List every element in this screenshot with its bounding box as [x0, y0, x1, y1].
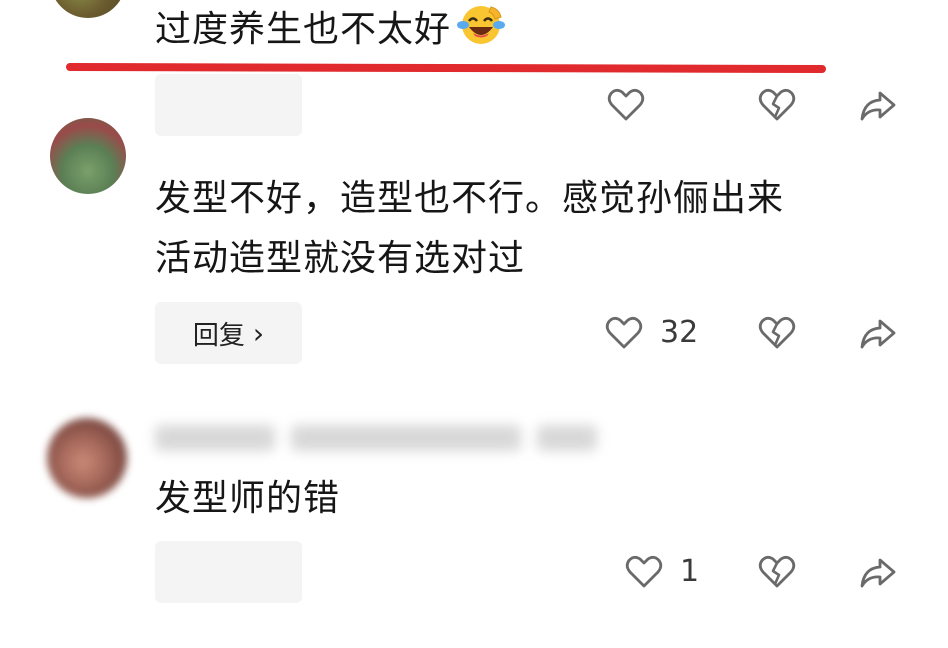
comment-1-text: 过度养生也不太好: [155, 9, 452, 50]
comment-text: 发型师的错: [155, 475, 340, 523]
like-count: 32: [660, 315, 699, 350]
share-arrow-icon[interactable]: [858, 85, 898, 125]
comment-text: 过度养生也不太好: [155, 3, 506, 54]
comment-3-text: 发型师的错: [155, 478, 341, 519]
broken-heart-icon[interactable]: [757, 85, 797, 125]
share-arrow-icon[interactable]: [858, 313, 898, 353]
comment-2-line1: 发型不好，造型也不行。感觉孙俪出来: [155, 178, 785, 219]
avatar[interactable]: [50, 118, 126, 194]
comment-text: 发型不好，造型也不行。感觉孙俪出来 活动造型就没有选对过: [155, 175, 784, 283]
avatar[interactable]: [50, 0, 126, 18]
blurred-username: [155, 418, 597, 458]
broken-heart-icon[interactable]: [757, 552, 797, 592]
share-arrow-icon[interactable]: [858, 552, 898, 592]
reply-button[interactable]: [155, 541, 302, 603]
reply-label: 回复: [192, 320, 245, 351]
reply-button[interactable]: [155, 74, 302, 136]
heart-outline-icon[interactable]: [604, 313, 644, 353]
heart-outline-icon[interactable]: [624, 552, 664, 592]
red-underline-annotation: [65, 63, 827, 73]
chevron-right-icon: ›: [252, 316, 265, 350]
comment-2-line2: 活动造型就没有选对过: [155, 238, 526, 279]
heart-outline-icon[interactable]: [606, 85, 646, 125]
like-count: 1: [680, 554, 700, 589]
reply-button[interactable]: 回复 ›: [155, 302, 302, 364]
laughing-crying-emoji-icon: [457, 6, 506, 44]
broken-heart-icon[interactable]: [757, 313, 797, 353]
avatar[interactable]: [47, 418, 127, 498]
